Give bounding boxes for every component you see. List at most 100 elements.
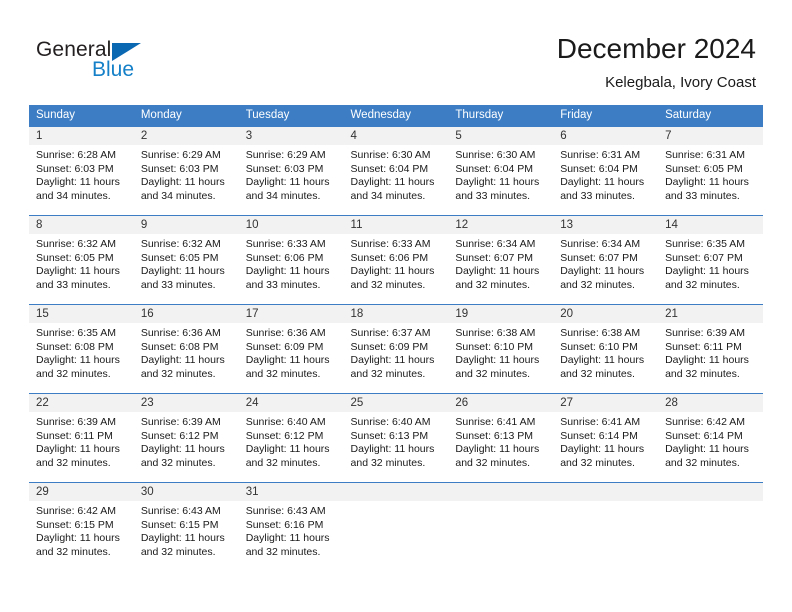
calendar-day-cell[interactable]: 5 Sunrise: 6:30 AM Sunset: 6:04 PM Daylight… [448, 126, 554, 216]
daylight-duration-line1: Daylight: 11 hours [560, 443, 645, 456]
calendar-day-cell[interactable]: 8 Sunrise: 6:32 AM Sunset: 6:05 PM Daylight… [29, 215, 134, 305]
sunrise-time: Sunrise: 6:39 AM [665, 327, 746, 339]
daylight-duration-line2: and 32 minutes. [36, 367, 111, 380]
calendar-page: General Blue December 2024 Kelegbala, Iv… [0, 0, 792, 612]
sunrise-time: Sunrise: 6:37 AM [350, 327, 431, 339]
calendar-day-cell[interactable]: 15 Sunrise: 6:35 AM Sunset: 6:08 PM Dayligh… [29, 304, 134, 394]
day-number [553, 483, 659, 501]
calendar-day-cell[interactable]: 28 Sunrise: 6:42 AM Sunset: 6:14 PM Dayligh… [658, 393, 763, 483]
calendar-day-cell[interactable]: 3 Sunrise: 6:29 AM Sunset: 6:03 PM Daylight… [238, 126, 344, 216]
calendar-day-cell[interactable]: 12 Sunrise: 6:34 AM Sunset: 6:07 PM Dayligh… [448, 215, 554, 305]
calendar-day-cell[interactable]: 27 Sunrise: 6:41 AM Sunset: 6:14 PM Dayligh… [553, 393, 659, 483]
daylight-duration-line2: and 32 minutes. [560, 367, 635, 380]
day-number: 30 [133, 483, 239, 501]
calendar-day-cell[interactable]: 4 Sunrise: 6:30 AM Sunset: 6:04 PM Daylight… [343, 126, 449, 216]
sunrise-time: Sunrise: 6:42 AM [665, 416, 746, 428]
sunset-time: Sunset: 6:07 PM [560, 251, 638, 264]
sunset-time: Sunset: 6:04 PM [560, 162, 638, 175]
calendar-day-cell[interactable]: 31 Sunrise: 6:43 AM Sunset: 6:16 PM Dayligh… [238, 482, 344, 572]
sunset-time: Sunset: 6:14 PM [560, 429, 638, 442]
daylight-duration-line1: Daylight: 11 hours [245, 354, 330, 367]
calendar-day-cell[interactable]: 18 Sunrise: 6:37 AM Sunset: 6:09 PM Dayligh… [343, 304, 449, 394]
day-number: 29 [29, 483, 134, 501]
calendar-day-cell[interactable]: 19 Sunrise: 6:38 AM Sunset: 6:10 PM Dayligh… [448, 304, 554, 394]
daylight-duration-line2: and 34 minutes. [36, 189, 111, 202]
calendar-day-cell[interactable]: 10 Sunrise: 6:33 AM Sunset: 6:06 PM Dayligh… [238, 215, 344, 305]
daylight-duration-line1: Daylight: 11 hours [665, 443, 749, 456]
calendar-day-cell[interactable]: 24 Sunrise: 6:40 AM Sunset: 6:12 PM Dayligh… [238, 393, 344, 483]
sunrise-time: Sunrise: 6:43 AM [245, 505, 326, 517]
daylight-duration-line2: and 33 minutes. [245, 278, 321, 291]
day-number [448, 483, 554, 501]
day-details: Sunrise: 6:39 AM Sunset: 6:11 PM Daylight:… [29, 412, 134, 470]
sunset-time: Sunset: 6:12 PM [245, 429, 324, 442]
sunset-time: Sunset: 6:03 PM [245, 162, 324, 175]
day-number [343, 483, 449, 501]
weekday-header-tuesday: Tuesday [238, 105, 344, 127]
calendar-day-cell[interactable]: 2 Sunrise: 6:29 AM Sunset: 6:03 PM Daylight… [133, 126, 239, 216]
sunset-time: Sunset: 6:15 PM [36, 518, 114, 531]
calendar-day-cell[interactable]: 6 Sunrise: 6:31 AM Sunset: 6:04 PM Daylight… [553, 126, 659, 216]
sunrise-time: Sunrise: 6:38 AM [455, 327, 536, 339]
sunrise-time: Sunrise: 6:34 AM [455, 238, 536, 250]
daylight-duration-line2: and 32 minutes. [560, 456, 635, 469]
day-number: 23 [133, 394, 239, 412]
calendar-week-row: 15 Sunrise: 6:35 AM Sunset: 6:08 PM Dayligh… [29, 304, 763, 394]
sunset-time: Sunset: 6:09 PM [245, 340, 324, 353]
calendar-day-cell[interactable]: 9 Sunrise: 6:32 AM Sunset: 6:05 PM Daylight… [133, 215, 239, 305]
calendar-day-cell[interactable]: 23 Sunrise: 6:39 AM Sunset: 6:12 PM Dayligh… [133, 393, 239, 483]
daylight-duration-line2: and 32 minutes. [36, 545, 111, 558]
daylight-duration-line1: Daylight: 11 hours [36, 354, 120, 367]
day-number: 10 [238, 216, 344, 234]
day-number: 11 [343, 216, 449, 234]
daylight-duration-line2: and 32 minutes. [560, 278, 635, 291]
daylight-duration-line2: and 32 minutes. [350, 456, 426, 469]
calendar-day-cell[interactable]: 17 Sunrise: 6:36 AM Sunset: 6:09 PM Dayligh… [238, 304, 344, 394]
calendar-day-cell[interactable]: 14 Sunrise: 6:35 AM Sunset: 6:07 PM Dayligh… [658, 215, 763, 305]
sunrise-time: Sunrise: 6:31 AM [560, 149, 641, 161]
general-blue-logo[interactable]: General Blue [36, 38, 166, 84]
sunset-time: Sunset: 6:13 PM [455, 429, 534, 442]
calendar-day-cell[interactable]: 29 Sunrise: 6:42 AM Sunset: 6:15 PM Dayligh… [29, 482, 134, 572]
calendar-day-cell[interactable]: 22 Sunrise: 6:39 AM Sunset: 6:11 PM Dayligh… [29, 393, 134, 483]
daylight-duration-line1: Daylight: 11 hours [36, 443, 120, 456]
day-number: 27 [553, 394, 659, 412]
day-details: Sunrise: 6:37 AM Sunset: 6:09 PM Daylight:… [344, 323, 449, 381]
calendar-day-cell[interactable]: 30 Sunrise: 6:43 AM Sunset: 6:15 PM Dayligh… [133, 482, 239, 572]
calendar-day-cell[interactable]: 21 Sunrise: 6:39 AM Sunset: 6:11 PM Dayligh… [658, 304, 763, 394]
calendar-day-cell[interactable]: 13 Sunrise: 6:34 AM Sunset: 6:07 PM Dayligh… [553, 215, 659, 305]
daylight-duration-line1: Daylight: 11 hours [140, 354, 225, 367]
day-details: Sunrise: 6:29 AM Sunset: 6:03 PM Daylight:… [134, 145, 239, 203]
calendar-day-cell[interactable]: 16 Sunrise: 6:36 AM Sunset: 6:08 PM Dayligh… [133, 304, 239, 394]
calendar-day-cell[interactable]: 26 Sunrise: 6:41 AM Sunset: 6:13 PM Dayligh… [448, 393, 554, 483]
sunset-time: Sunset: 6:11 PM [36, 429, 113, 442]
day-details: Sunrise: 6:39 AM Sunset: 6:12 PM Daylight:… [134, 412, 239, 470]
page-header: General Blue December 2024 Kelegbala, Iv… [0, 0, 792, 100]
sunrise-time: Sunrise: 6:33 AM [350, 238, 431, 250]
calendar-day-cell[interactable]: 1 Sunrise: 6:28 AM Sunset: 6:03 PM Daylight… [29, 126, 134, 216]
calendar-day-cell[interactable]: 7 Sunrise: 6:31 AM Sunset: 6:05 PM Daylight… [658, 126, 763, 216]
daylight-duration-line2: and 34 minutes. [140, 189, 216, 202]
daylight-duration-line2: and 32 minutes. [140, 545, 216, 558]
calendar-body: 1 Sunrise: 6:28 AM Sunset: 6:03 PM Daylight… [29, 126, 763, 572]
daylight-duration-line2: and 32 minutes. [665, 367, 740, 380]
calendar-day-cell[interactable]: 25 Sunrise: 6:40 AM Sunset: 6:13 PM Dayligh… [343, 393, 449, 483]
weekday-header-row: Sunday Monday Tuesday Wednesday Thursday… [29, 105, 763, 127]
day-details: Sunrise: 6:43 AM Sunset: 6:16 PM Daylight:… [239, 501, 344, 559]
sunset-time: Sunset: 6:08 PM [140, 340, 219, 353]
day-details: Sunrise: 6:32 AM Sunset: 6:05 PM Daylight:… [29, 234, 134, 292]
sunrise-time: Sunrise: 6:40 AM [350, 416, 431, 428]
sunrise-time: Sunrise: 6:36 AM [140, 327, 221, 339]
calendar-day-cell[interactable]: 11 Sunrise: 6:33 AM Sunset: 6:06 PM Dayligh… [343, 215, 449, 305]
weekday-header-saturday: Saturday [658, 105, 763, 127]
daylight-duration-line1: Daylight: 11 hours [560, 265, 645, 278]
calendar-day-cell[interactable]: 20 Sunrise: 6:38 AM Sunset: 6:10 PM Dayligh… [553, 304, 659, 394]
sunrise-time: Sunrise: 6:30 AM [350, 149, 431, 161]
day-number: 28 [658, 394, 763, 412]
day-details: Sunrise: 6:30 AM Sunset: 6:04 PM Daylight:… [448, 145, 553, 203]
sunrise-sunset-calendar: Sunday Monday Tuesday Wednesday Thursday… [29, 105, 763, 572]
daylight-duration-line1: Daylight: 11 hours [140, 532, 225, 545]
day-details: Sunrise: 6:38 AM Sunset: 6:10 PM Daylight:… [553, 323, 658, 381]
daylight-duration-line1: Daylight: 11 hours [350, 265, 435, 278]
sunrise-time: Sunrise: 6:34 AM [560, 238, 641, 250]
